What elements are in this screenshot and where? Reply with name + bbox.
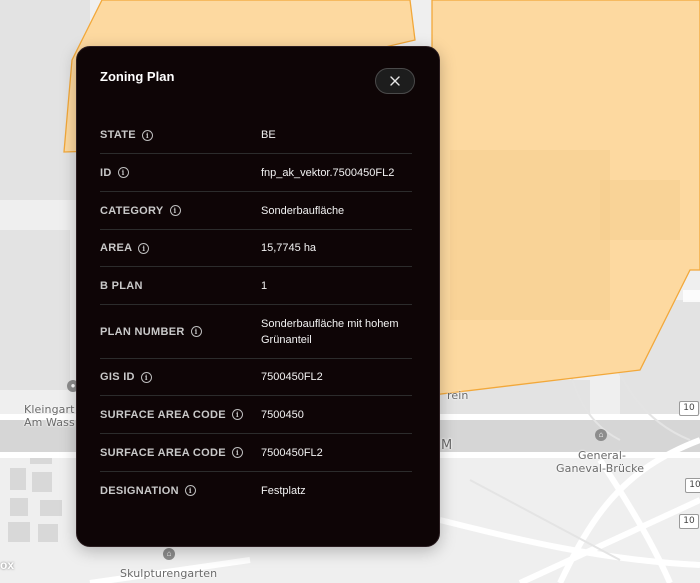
attribute-value: 7500450FL2 bbox=[261, 371, 323, 383]
info-icon[interactable]: i bbox=[231, 447, 243, 458]
attribute-value: Sonderbaufläche mit hohem Grünanteil bbox=[261, 317, 399, 346]
attribute-key: DESIGNATION bbox=[100, 484, 179, 497]
attribute-key: ID bbox=[100, 166, 112, 179]
attribute-key: B PLAN bbox=[100, 279, 143, 292]
attribute-row-id: ID i fnp_ak_vektor.7500450FL2 bbox=[100, 154, 412, 192]
route-shield: 10 bbox=[679, 401, 699, 416]
map-label-rein: rein bbox=[447, 389, 469, 402]
map-attribution-logo[interactable]: ox bbox=[0, 558, 14, 572]
route-shield: 10 bbox=[685, 478, 700, 493]
attribute-row-b-plan: B PLAN 1 bbox=[100, 267, 412, 305]
close-icon bbox=[390, 76, 400, 86]
info-icon[interactable]: i bbox=[138, 242, 150, 254]
attribute-value: BE bbox=[261, 129, 276, 141]
attribute-value: Festplatz bbox=[261, 484, 306, 497]
attribute-value: fnp_ak_vektor.7500450FL2 bbox=[261, 166, 395, 179]
zoning-plan-panel: Zoning Plan STATE i BE ID i fnp_ak_vektor.… bbox=[76, 46, 440, 547]
map-label-skulpturengarten: Skulpturengarten bbox=[120, 567, 218, 580]
info-icon[interactable]: i bbox=[169, 205, 181, 216]
attribute-key: GIS ID bbox=[100, 371, 135, 383]
info-icon[interactable]: i bbox=[141, 129, 153, 141]
info-icon[interactable]: i bbox=[231, 409, 243, 420]
attribute-key: STATE bbox=[100, 129, 136, 141]
info-icon[interactable]: i bbox=[117, 167, 129, 178]
attribute-value: 1 bbox=[261, 279, 268, 292]
attribute-row-surface-area-code: SURFACE AREA CODE i 7500450 bbox=[100, 396, 412, 434]
attribute-value: 7500450 bbox=[261, 408, 304, 421]
attribute-key: PLAN NUMBER bbox=[100, 325, 185, 338]
attribute-row-state: STATE i BE bbox=[100, 117, 412, 154]
map-label-kleingarten: Kleingart bbox=[24, 403, 75, 416]
attribute-row-surface-area-code-full: SURFACE AREA CODE i 7500450FL2 bbox=[100, 434, 412, 472]
attribute-table: STATE i BE ID i fnp_ak_vektor.7500450FL2 C… bbox=[100, 117, 412, 509]
info-icon[interactable]: i bbox=[184, 485, 196, 496]
close-button[interactable] bbox=[375, 68, 415, 94]
attribute-row-designation: DESIGNATION i Festplatz bbox=[100, 472, 412, 509]
attribute-value: 7500450FL2 bbox=[261, 446, 323, 459]
info-icon[interactable]: i bbox=[190, 326, 202, 337]
attribute-key: SURFACE AREA CODE bbox=[100, 446, 226, 459]
route-shield: 10 bbox=[679, 514, 699, 529]
map-label-ganeval-bruecke: Ganeval-Brücke bbox=[556, 462, 645, 475]
attribute-key: SURFACE AREA CODE bbox=[100, 408, 226, 421]
attribute-value: Sonderbaufläche bbox=[261, 204, 345, 217]
attribute-value: 15,7745 ha bbox=[261, 242, 317, 254]
attribute-key: CATEGORY bbox=[100, 204, 164, 217]
map-label-am-wasser: Am Wass bbox=[24, 416, 75, 429]
map-label-m: M bbox=[441, 438, 453, 453]
attribute-row-plan-number: PLAN NUMBER i Sonderbaufläche mit hohem G… bbox=[100, 305, 412, 359]
info-icon[interactable]: i bbox=[140, 371, 152, 383]
poi-bridge-icon[interactable]: ⌂ bbox=[595, 429, 607, 441]
attribute-row-category: CATEGORY i Sonderbaufläche bbox=[100, 192, 412, 230]
poi-garden-icon[interactable]: ⌂ bbox=[163, 548, 175, 560]
attribute-row-gis-id: GIS ID i 7500450FL2 bbox=[100, 359, 412, 396]
attribute-row-area: AREA i 15,7745 ha bbox=[100, 230, 412, 267]
panel-title: Zoning Plan bbox=[100, 69, 175, 84]
map-label-general: General- bbox=[578, 449, 627, 462]
attribute-key: AREA bbox=[100, 242, 133, 254]
